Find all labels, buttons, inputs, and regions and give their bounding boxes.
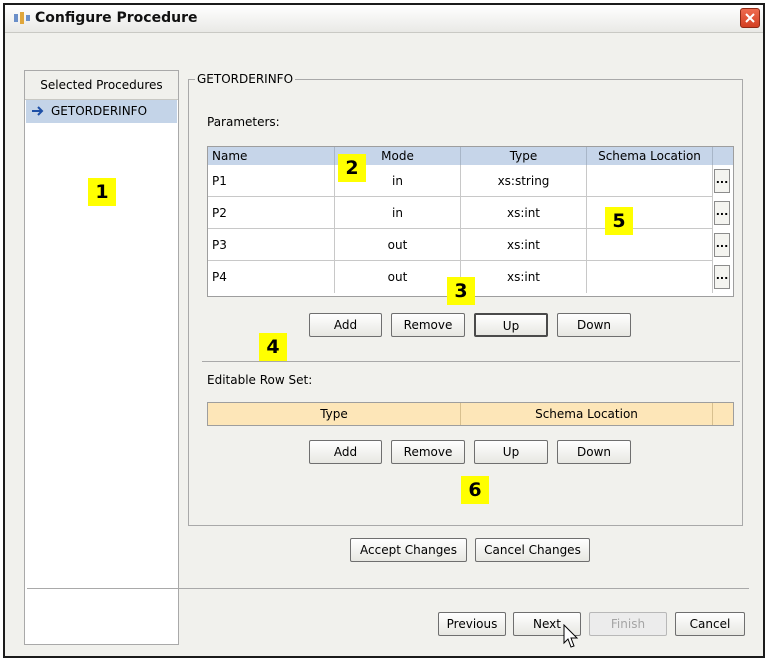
callout-4: 4: [259, 333, 287, 361]
add-parameter-button[interactable]: Add: [309, 313, 382, 337]
previous-button[interactable]: Previous: [438, 612, 506, 636]
browse-schema-button[interactable]: ...: [714, 169, 730, 193]
move-down-parameter-button[interactable]: Down: [557, 313, 631, 337]
close-icon: [745, 13, 755, 23]
selected-procedures-panel: Selected Procedures GETORDERINFO: [24, 70, 179, 645]
add-rowset-button[interactable]: Add: [309, 440, 382, 464]
column-header-type[interactable]: Type: [461, 147, 587, 165]
callout-3: 3: [447, 277, 475, 305]
rowset-column-header-type[interactable]: Type: [208, 403, 461, 425]
cell-name[interactable]: P2: [208, 197, 335, 229]
cell-name[interactable]: P4: [208, 261, 335, 293]
cell-mode[interactable]: out: [335, 229, 461, 261]
cell-schema-location[interactable]: [587, 261, 713, 293]
close-button[interactable]: [740, 8, 760, 28]
parameters-label: Parameters:: [207, 115, 280, 129]
remove-parameter-button[interactable]: Remove: [391, 313, 465, 337]
arrow-right-icon: [32, 106, 44, 116]
callout-1: 1: [88, 178, 116, 206]
group-title: GETORDERINFO: [195, 72, 296, 86]
procedure-item-label: GETORDERINFO: [51, 104, 148, 118]
column-header-schema-location[interactable]: Schema Location: [587, 147, 713, 165]
title-bar: Configure Procedure: [5, 5, 763, 33]
cell-name[interactable]: P1: [208, 165, 335, 197]
window-title: Configure Procedure: [35, 10, 198, 26]
cell-type[interactable]: xs:int: [461, 229, 587, 261]
browse-schema-button[interactable]: ...: [714, 265, 730, 289]
column-header-blank: [713, 147, 733, 165]
mouse-cursor-icon: [563, 624, 579, 648]
move-up-parameter-button[interactable]: Up: [474, 313, 548, 337]
app-icon: [14, 12, 30, 24]
move-down-rowset-button[interactable]: Down: [557, 440, 631, 464]
remove-rowset-button[interactable]: Remove: [391, 440, 465, 464]
rowset-column-header-blank: [713, 403, 733, 425]
column-header-name[interactable]: Name: [208, 147, 335, 165]
browse-schema-button[interactable]: ...: [714, 233, 730, 257]
section-separator: [202, 361, 740, 362]
move-up-rowset-button[interactable]: Up: [474, 440, 548, 464]
cell-type[interactable]: xs:int: [461, 261, 587, 293]
cancel-button[interactable]: Cancel: [675, 612, 745, 636]
accept-changes-button[interactable]: Accept Changes: [350, 538, 467, 562]
cell-name[interactable]: P3: [208, 229, 335, 261]
cell-mode[interactable]: in: [335, 197, 461, 229]
footer-separator: [27, 588, 749, 589]
cell-mode[interactable]: out: [335, 261, 461, 293]
rowset-column-header-schema-location[interactable]: Schema Location: [461, 403, 713, 425]
editable-row-set-table: Type Schema Location: [207, 402, 734, 426]
parameters-table: Name Mode Type Schema Location P1 in xs:…: [207, 146, 734, 297]
callout-6: 6: [461, 476, 489, 504]
cell-type[interactable]: xs:string: [461, 165, 587, 197]
editable-row-set-label: Editable Row Set:: [207, 373, 313, 387]
selected-procedures-header: Selected Procedures: [25, 71, 178, 100]
cancel-changes-button[interactable]: Cancel Changes: [475, 538, 590, 562]
procedure-item-getorderinfo[interactable]: GETORDERINFO: [26, 100, 177, 123]
callout-2: 2: [338, 154, 366, 182]
browse-schema-button[interactable]: ...: [714, 201, 730, 225]
callout-5: 5: [605, 207, 633, 235]
cell-schema-location[interactable]: [587, 165, 713, 197]
finish-button[interactable]: Finish: [589, 612, 667, 636]
cell-type[interactable]: xs:int: [461, 197, 587, 229]
